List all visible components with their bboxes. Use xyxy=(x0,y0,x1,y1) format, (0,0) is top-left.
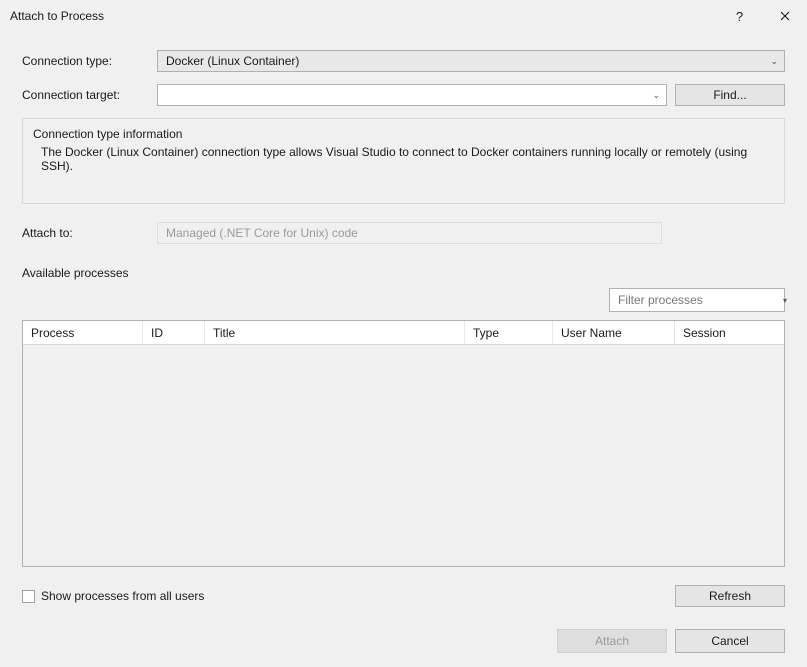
show-all-users-checkbox[interactable] xyxy=(22,590,35,603)
below-table-row: Show processes from all users Refresh xyxy=(22,585,785,607)
process-table-header: Process ID Title Type User Name Session xyxy=(23,321,784,345)
connection-type-row: Connection type: Docker (Linux Container… xyxy=(22,50,785,72)
connection-info-title: Connection type information xyxy=(33,127,774,141)
connection-type-value: Docker (Linux Container) xyxy=(166,54,299,68)
show-all-users-wrap[interactable]: Show processes from all users xyxy=(22,589,204,603)
connection-target-label: Connection target: xyxy=(22,88,157,102)
connection-type-label: Connection type: xyxy=(22,54,157,68)
attach-to-label: Attach to: xyxy=(22,226,157,240)
connection-info-box: Connection type information The Docker (… xyxy=(22,118,785,204)
chevron-down-icon: ⌄ xyxy=(770,56,778,67)
attach-button[interactable]: Attach xyxy=(557,629,667,653)
chevron-down-icon: ⌄ xyxy=(652,90,660,101)
connection-info-text: The Docker (Linux Container) connection … xyxy=(33,145,774,173)
help-button[interactable]: ? xyxy=(717,0,762,32)
titlebar: Attach to Process ? xyxy=(0,0,807,32)
connection-target-input[interactable]: ⌄ xyxy=(157,84,667,106)
connection-type-combo[interactable]: Docker (Linux Container) ⌄ xyxy=(157,50,785,72)
close-button[interactable] xyxy=(762,0,807,32)
dialog-footer: Attach Cancel xyxy=(557,629,785,653)
process-table[interactable]: Process ID Title Type User Name Session xyxy=(22,320,785,567)
dialog-title: Attach to Process xyxy=(10,9,104,23)
connection-target-row: Connection target: ⌄ Find... xyxy=(22,84,785,106)
available-processes-label: Available processes xyxy=(22,266,785,280)
filter-processes-box[interactable]: ▾ xyxy=(609,288,785,312)
column-user[interactable]: User Name xyxy=(553,321,675,344)
column-id[interactable]: ID xyxy=(143,321,205,344)
column-type[interactable]: Type xyxy=(465,321,553,344)
cancel-button[interactable]: Cancel xyxy=(675,629,785,653)
attach-to-field: Managed (.NET Core for Unix) code xyxy=(157,222,662,244)
refresh-button[interactable]: Refresh xyxy=(675,585,785,607)
find-button[interactable]: Find... xyxy=(675,84,785,106)
close-icon xyxy=(780,11,790,21)
show-all-users-label: Show processes from all users xyxy=(41,589,204,603)
chevron-down-icon[interactable]: ▾ xyxy=(783,296,787,305)
column-process[interactable]: Process xyxy=(23,321,143,344)
filter-processes-input[interactable] xyxy=(618,293,773,307)
column-title[interactable]: Title xyxy=(205,321,465,344)
column-session[interactable]: Session xyxy=(675,321,784,344)
titlebar-controls: ? xyxy=(717,0,807,32)
attach-to-row: Attach to: Managed (.NET Core for Unix) … xyxy=(22,222,785,244)
filter-row: ▾ xyxy=(22,288,785,312)
dialog-body: Connection type: Docker (Linux Container… xyxy=(0,32,807,607)
